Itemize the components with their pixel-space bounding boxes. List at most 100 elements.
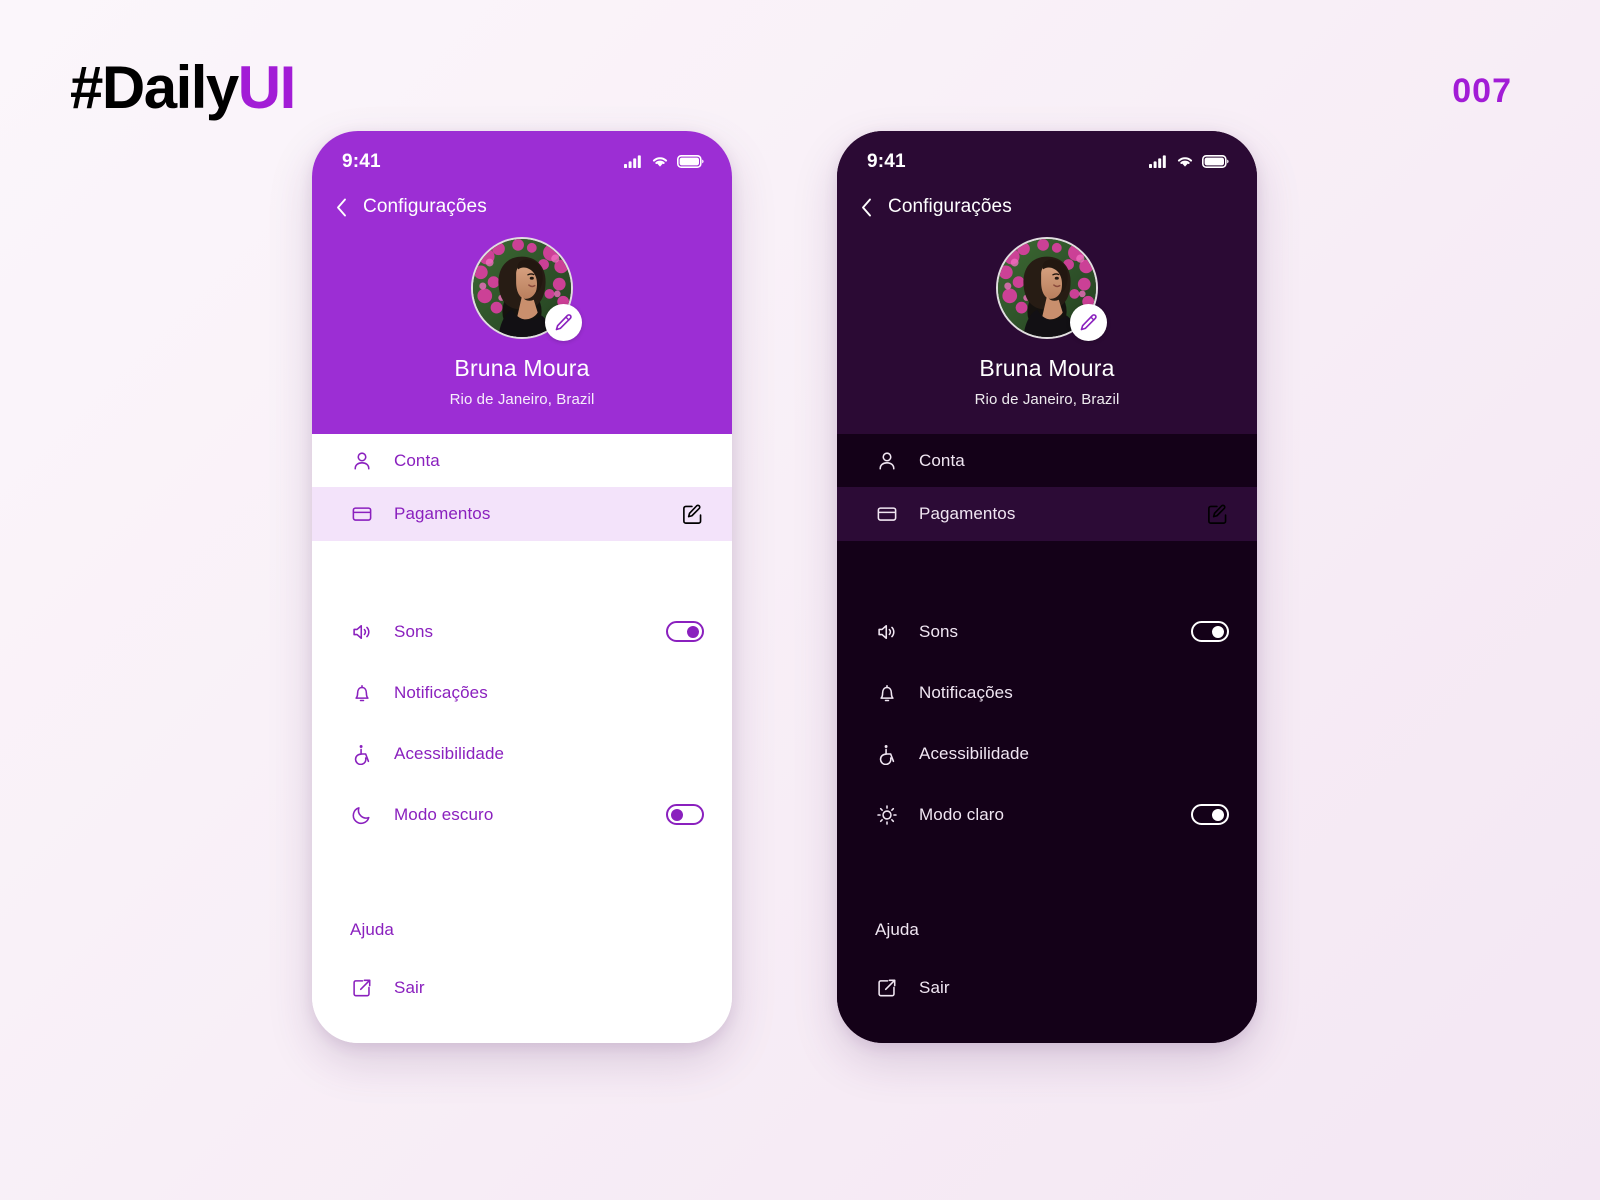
settings-item-sounds[interactable]: Sons bbox=[837, 601, 1257, 662]
edit-avatar-button[interactable] bbox=[545, 303, 582, 341]
settings-item-accessibility-label: Acessibilidade bbox=[919, 743, 1030, 763]
sounds-toggle[interactable] bbox=[666, 621, 704, 643]
settings-item-theme-label: Modo claro bbox=[919, 804, 1005, 824]
footer-section: Sair bbox=[837, 959, 1257, 1043]
settings-item-accessibility[interactable]: Acessibilidade bbox=[312, 723, 732, 784]
day-number: 007 bbox=[1452, 72, 1512, 110]
menu-item-payments-label: Pagamentos bbox=[394, 504, 491, 524]
status-icons-group bbox=[624, 155, 704, 169]
menu-item-account[interactable]: Conta bbox=[837, 433, 1257, 488]
back-button[interactable] bbox=[336, 198, 347, 217]
settings-item-theme-label: Modo escuro bbox=[394, 804, 494, 824]
speaker-icon bbox=[350, 621, 374, 643]
page-title: Configurações bbox=[888, 196, 1012, 217]
footer-item-logout-label: Sair bbox=[919, 978, 950, 998]
person-icon bbox=[350, 450, 374, 472]
footer-item-help[interactable]: Ajuda bbox=[312, 901, 732, 959]
moon-icon bbox=[350, 804, 374, 826]
status-time: 9:41 bbox=[867, 150, 906, 172]
menu-item-payments[interactable]: Pagamentos bbox=[837, 487, 1257, 542]
avatar-container bbox=[471, 236, 582, 341]
pencil-icon bbox=[554, 313, 573, 332]
settings-item-sounds-label: Sons bbox=[919, 621, 959, 641]
brand-ui-text: UI bbox=[237, 54, 297, 121]
sounds-toggle[interactable] bbox=[1191, 621, 1229, 643]
footer-item-logout-label: Sair bbox=[394, 978, 425, 998]
theme-toggle[interactable] bbox=[666, 804, 704, 826]
footer-spacer bbox=[312, 845, 732, 901]
nav-bar: Configurações bbox=[312, 182, 732, 224]
settings-item-sounds[interactable]: Sons bbox=[312, 601, 732, 662]
credit-card-icon bbox=[875, 503, 899, 525]
edit-square-icon[interactable] bbox=[1206, 503, 1229, 526]
settings-section: Sons Notificações Acessibilid bbox=[837, 541, 1257, 1043]
logout-icon bbox=[875, 977, 899, 999]
logout-icon bbox=[350, 977, 374, 999]
accessibility-icon bbox=[875, 743, 899, 765]
profile-location: Rio de Janeiro, Brazil bbox=[449, 390, 595, 408]
pencil-icon bbox=[1079, 313, 1098, 332]
menu-item-payments[interactable]: Pagamentos bbox=[312, 487, 732, 542]
status-bar: 9:41 bbox=[837, 131, 1257, 183]
footer-item-help-label: Ajuda bbox=[350, 920, 394, 940]
settings-item-accessibility-label: Acessibilidade bbox=[394, 743, 505, 763]
phone-dark-theme: 9:41 Configurações Bruna Moura Rio de Ja… bbox=[837, 131, 1257, 1043]
profile-name: Bruna Moura bbox=[454, 354, 590, 381]
battery-icon bbox=[1202, 155, 1229, 169]
status-icons-group bbox=[1149, 155, 1229, 169]
settings-item-notifications[interactable]: Notificações bbox=[312, 662, 732, 723]
profile-header: Bruna Moura Rio de Janeiro, Brazil bbox=[312, 223, 732, 434]
status-bar: 9:41 bbox=[312, 131, 732, 183]
edit-avatar-button[interactable] bbox=[1070, 303, 1107, 341]
footer-item-logout[interactable]: Sair bbox=[837, 959, 1257, 1017]
avatar-container bbox=[996, 236, 1107, 341]
settings-section: Sons Notificações Acessibilid bbox=[312, 541, 732, 1043]
footer-section: Sair bbox=[312, 959, 732, 1043]
chevron-left-icon bbox=[861, 198, 872, 217]
toggle-knob bbox=[1212, 808, 1224, 821]
sun-icon bbox=[875, 804, 899, 826]
brand-hash-text: #Daily bbox=[70, 54, 239, 121]
battery-icon bbox=[677, 155, 704, 169]
theme-toggle[interactable] bbox=[1191, 804, 1229, 826]
speaker-icon bbox=[875, 621, 899, 643]
toggle-knob bbox=[1212, 625, 1224, 638]
toggle-knob bbox=[671, 808, 683, 821]
profile-header: Bruna Moura Rio de Janeiro, Brazil bbox=[837, 223, 1257, 434]
wifi-icon bbox=[651, 155, 669, 168]
menu-item-account-label: Conta bbox=[394, 450, 440, 470]
footer-item-logout[interactable]: Sair bbox=[312, 959, 732, 1017]
phone-light-theme: 9:41 Configurações Bruna Moura Rio de Ja… bbox=[312, 131, 732, 1043]
menu-item-account-label: Conta bbox=[919, 450, 965, 470]
back-button[interactable] bbox=[861, 198, 872, 217]
chevron-left-icon bbox=[336, 198, 347, 217]
bell-icon bbox=[875, 682, 899, 704]
profile-name: Bruna Moura bbox=[979, 354, 1115, 381]
toggle-knob bbox=[687, 625, 699, 638]
footer-spacer bbox=[837, 845, 1257, 901]
settings-item-notifications-label: Notificações bbox=[394, 682, 488, 702]
settings-item-sounds-label: Sons bbox=[394, 621, 434, 641]
nav-bar: Configurações bbox=[837, 182, 1257, 224]
settings-item-accessibility[interactable]: Acessibilidade bbox=[837, 723, 1257, 784]
footer-item-help[interactable]: Ajuda bbox=[837, 901, 1257, 959]
accessibility-icon bbox=[350, 743, 374, 765]
wifi-icon bbox=[1176, 155, 1194, 168]
credit-card-icon bbox=[350, 503, 374, 525]
footer-item-help-label: Ajuda bbox=[875, 920, 919, 940]
menu-item-account[interactable]: Conta bbox=[312, 433, 732, 488]
brand-logo: #DailyUI bbox=[70, 58, 296, 118]
profile-location: Rio de Janeiro, Brazil bbox=[974, 390, 1120, 408]
settings-item-theme[interactable]: Modo claro bbox=[837, 784, 1257, 845]
settings-item-theme[interactable]: Modo escuro bbox=[312, 784, 732, 845]
person-icon bbox=[875, 450, 899, 472]
signal-icon bbox=[1149, 155, 1168, 169]
bell-icon bbox=[350, 682, 374, 704]
menu-item-payments-label: Pagamentos bbox=[919, 504, 1016, 524]
signal-icon bbox=[624, 155, 643, 169]
status-time: 9:41 bbox=[342, 150, 381, 172]
edit-square-icon[interactable] bbox=[681, 503, 704, 526]
settings-item-notifications[interactable]: Notificações bbox=[837, 662, 1257, 723]
